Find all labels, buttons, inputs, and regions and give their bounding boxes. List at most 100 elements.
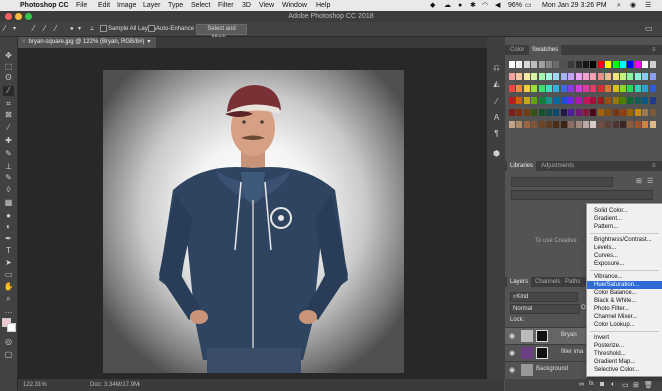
menu-type[interactable]: Type	[168, 0, 183, 11]
swatch[interactable]	[612, 97, 619, 104]
swatch[interactable]	[627, 85, 634, 92]
swatch[interactable]	[516, 85, 523, 92]
swatch[interactable]	[649, 73, 656, 80]
brush-size-icon[interactable]: ●	[70, 22, 74, 36]
volume-icon[interactable]: ◀	[495, 0, 500, 11]
swatch[interactable]	[568, 61, 575, 68]
swatch[interactable]	[634, 121, 641, 128]
adjustment-layer-icon[interactable]: ◐	[611, 381, 615, 388]
swatch[interactable]	[553, 121, 560, 128]
tab-color[interactable]: Color	[507, 45, 527, 55]
swatch[interactable]	[634, 73, 641, 80]
swatch[interactable]	[560, 61, 567, 68]
swatch[interactable]	[649, 97, 656, 104]
swatch[interactable]	[583, 73, 589, 80]
menu-item[interactable]: Black & White...	[587, 297, 662, 305]
swatch[interactable]	[509, 73, 515, 80]
swatch[interactable]	[531, 73, 538, 80]
quick-selection-tool-icon[interactable]: ⁄	[3, 86, 14, 96]
screen-mode-icon[interactable]: ▢	[3, 350, 14, 360]
zoom-tool-icon[interactable]: ⌕	[3, 294, 14, 304]
chevron-down-icon[interactable]: ▾	[13, 22, 16, 36]
swatch[interactable]	[568, 85, 575, 92]
swatch[interactable]	[597, 121, 604, 128]
swatch[interactable]	[523, 85, 530, 92]
swatch[interactable]	[605, 121, 612, 128]
swatch[interactable]	[590, 121, 597, 128]
paragraph-panel-icon[interactable]: ¶	[491, 129, 502, 139]
menu-item[interactable]: Brightness/Contrast...	[587, 236, 662, 244]
swatch[interactable]	[649, 121, 656, 128]
swatch[interactable]	[605, 109, 612, 116]
menu-app-name[interactable]: Photoshop CC	[20, 0, 69, 11]
properties-panel-icon[interactable]: ◭	[491, 79, 502, 89]
menu-item[interactable]: Channel Mixer...	[587, 313, 662, 321]
wifi-icon[interactable]: ◠	[482, 0, 488, 11]
swatch[interactable]	[516, 73, 523, 80]
swatch[interactable]	[575, 121, 582, 128]
zoom-level[interactable]: 122.31%	[23, 379, 47, 391]
menu-item[interactable]: Gradient Map...	[587, 358, 662, 366]
swatch[interactable]	[583, 85, 589, 92]
swatch[interactable]	[538, 73, 545, 80]
menu-item[interactable]: Curves...	[587, 252, 662, 260]
swatch[interactable]	[642, 97, 649, 104]
swatch[interactable]	[553, 61, 560, 68]
minimize-window-button[interactable]	[15, 13, 22, 20]
grid-view-icon[interactable]: ⊞	[636, 177, 642, 185]
swatch[interactable]	[597, 85, 604, 92]
add-to-selection-icon[interactable]: ⁄	[44, 22, 45, 36]
visibility-eye-icon[interactable]: ◉	[509, 366, 515, 374]
swatch[interactable]	[627, 109, 634, 116]
brush-size-chevron-icon[interactable]: ▾	[78, 22, 81, 36]
select-and-mask-button[interactable]: Select and Mask...	[196, 24, 247, 41]
clock[interactable]: Mon Jan 29 3:26 PM	[542, 0, 607, 11]
swatch[interactable]	[546, 109, 552, 116]
pen-tool-icon[interactable]: ✒	[3, 234, 14, 244]
swatch-grid[interactable]	[509, 61, 657, 137]
swatch[interactable]	[605, 61, 612, 68]
swatch[interactable]	[531, 61, 538, 68]
swatch[interactable]	[523, 97, 530, 104]
document-tab[interactable]: × bryan-square.jpg @ 122% (Bryan, RGB/8#)…	[18, 37, 157, 48]
swatch[interactable]	[649, 85, 656, 92]
swatch[interactable]	[523, 73, 530, 80]
eyedropper-tool-icon[interactable]: ⁄	[3, 123, 14, 133]
swatch[interactable]	[509, 109, 515, 116]
swatch[interactable]	[620, 97, 626, 104]
document-image[interactable]	[103, 70, 404, 373]
subtract-from-selection-icon[interactable]: ⁄	[55, 22, 56, 36]
swatch[interactable]	[546, 85, 552, 92]
rectangle-tool-icon[interactable]: ▭	[3, 270, 14, 280]
panel-menu-icon[interactable]: ≡	[649, 161, 659, 171]
swatch[interactable]	[538, 61, 545, 68]
notification-center-icon[interactable]: ☰	[645, 0, 651, 11]
menu-item[interactable]: Posterize...	[587, 342, 662, 350]
status-menu-arrow-icon[interactable]: ›	[138, 379, 140, 391]
lasso-tool-icon[interactable]: ʘ	[3, 73, 14, 83]
swatch[interactable]	[560, 73, 567, 80]
close-window-button[interactable]	[5, 13, 12, 20]
new-layer-icon[interactable]: ⊞	[633, 381, 639, 389]
swatch[interactable]	[620, 85, 626, 92]
layer-kind-filter[interactable]: ⌕Kind	[510, 292, 578, 302]
menu-item[interactable]: Exposure...	[587, 260, 662, 268]
menu-file[interactable]: File	[76, 0, 87, 11]
swatch[interactable]	[634, 85, 641, 92]
marquee-tool-icon[interactable]: ⬚	[3, 62, 14, 72]
crop-tool-icon[interactable]: ⌗	[3, 99, 14, 109]
menu-window[interactable]: Window	[282, 0, 307, 11]
menu-help[interactable]: Help	[316, 0, 330, 11]
swatch[interactable]	[649, 109, 656, 116]
menu-item[interactable]: Vibrance...	[587, 273, 662, 281]
swatch[interactable]	[509, 121, 515, 128]
blur-tool-icon[interactable]: ●	[3, 211, 14, 221]
swatch[interactable]	[509, 61, 515, 68]
clone-stamp-tool-icon[interactable]: ⊥	[3, 162, 14, 172]
tab-adjustments[interactable]: Adjustments	[538, 161, 577, 171]
3d-panel-icon[interactable]: ⬢	[491, 149, 502, 159]
swatch[interactable]	[612, 85, 619, 92]
menu-item[interactable]: Gradient...	[587, 215, 662, 223]
cc-icon[interactable]: ☁	[444, 0, 451, 11]
swatch[interactable]	[590, 109, 597, 116]
